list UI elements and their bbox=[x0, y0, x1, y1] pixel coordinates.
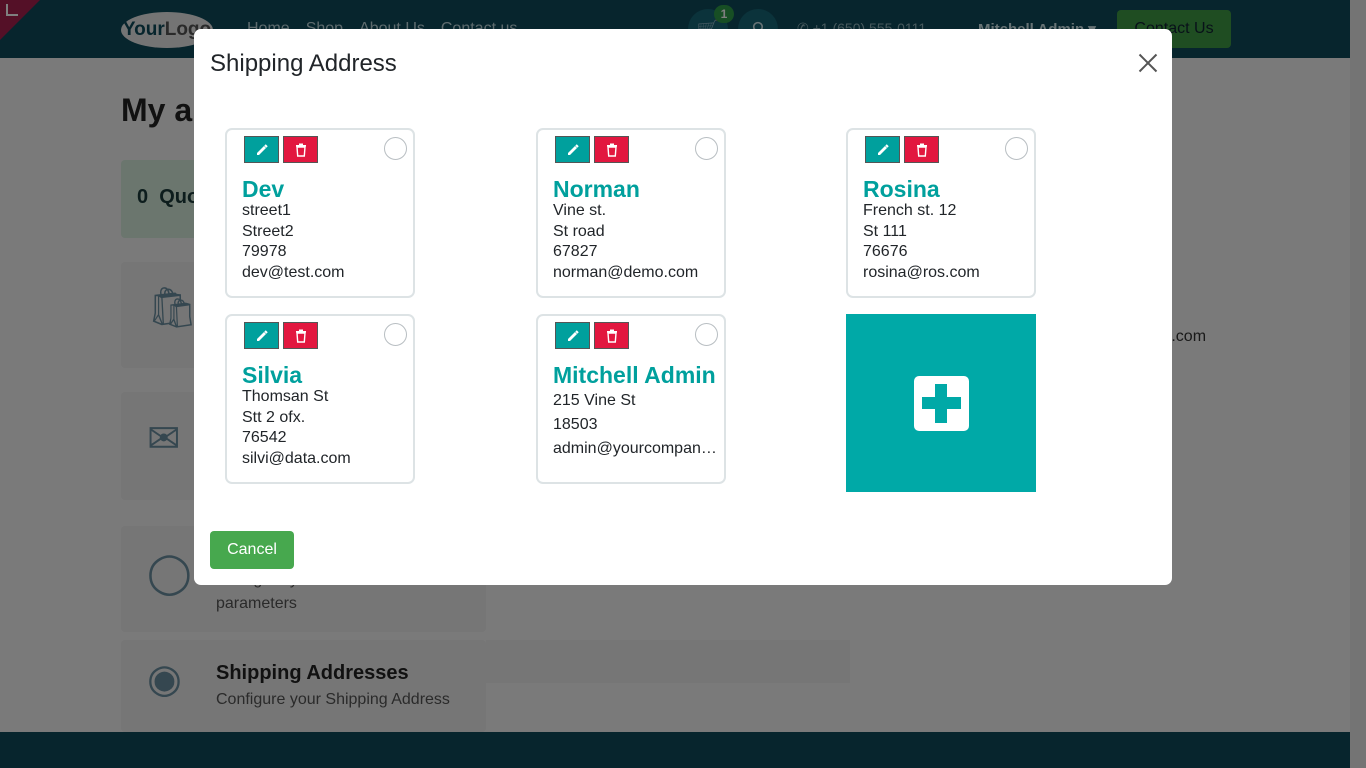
address-line: 215 Vine St bbox=[553, 392, 636, 409]
edit-address-button[interactable] bbox=[555, 136, 590, 163]
address-email: silvi@data.com bbox=[242, 449, 351, 467]
edit-address-button[interactable] bbox=[244, 136, 279, 163]
address-name: Mitchell Admin bbox=[553, 362, 716, 388]
address-line: French st. 12 bbox=[863, 202, 957, 219]
pencil-icon bbox=[877, 143, 889, 155]
address-lines: French st. 12 St 111 76676 rosina@ros.co… bbox=[863, 201, 1028, 283]
select-address-radio[interactable] bbox=[384, 137, 407, 160]
address-email: admin@yourcompany.example.com bbox=[553, 440, 718, 457]
address-line: street1 bbox=[242, 202, 291, 219]
address-name: Norman bbox=[553, 176, 640, 202]
address-card-silvia[interactable]: Silvia Thomsan St Stt 2 ofx. 76542 silvi… bbox=[225, 314, 415, 484]
trash-icon bbox=[295, 143, 306, 157]
edit-address-button[interactable] bbox=[244, 322, 279, 349]
address-line: Thomsan St bbox=[242, 388, 329, 405]
select-address-radio[interactable] bbox=[384, 323, 407, 346]
delete-address-button[interactable] bbox=[283, 322, 318, 349]
delete-address-button[interactable] bbox=[594, 136, 629, 163]
address-lines: Thomsan St Stt 2 ofx. 76542 silvi@data.c… bbox=[242, 387, 407, 469]
edit-address-button[interactable] bbox=[865, 136, 900, 163]
dialog-title: Shipping Address bbox=[210, 50, 397, 77]
address-line: Stt 2 ofx. bbox=[242, 408, 306, 426]
trash-icon bbox=[606, 143, 617, 157]
edit-address-button[interactable] bbox=[555, 322, 590, 349]
address-card-rosina[interactable]: Rosina French st. 12 St 111 76676 rosina… bbox=[846, 128, 1036, 298]
pencil-icon bbox=[567, 329, 579, 341]
trash-icon bbox=[295, 329, 306, 343]
address-email: rosina@ros.com bbox=[863, 263, 980, 281]
address-line: Vine st. bbox=[553, 202, 607, 219]
address-line: St 111 bbox=[863, 222, 907, 240]
address-email: dev@test.com bbox=[242, 263, 345, 281]
trash-icon bbox=[916, 143, 927, 157]
address-card-dev[interactable]: Dev street1 Street2 79978 dev@test.com bbox=[225, 128, 415, 298]
shipping-address-dialog: Shipping Address Dev street1 Street2 799… bbox=[194, 29, 1172, 585]
plus-icon bbox=[914, 376, 969, 431]
address-name: Silvia bbox=[242, 362, 303, 388]
add-address-button[interactable] bbox=[846, 314, 1036, 492]
address-name: Rosina bbox=[863, 176, 940, 202]
pencil-icon bbox=[256, 329, 268, 341]
delete-address-button[interactable] bbox=[904, 136, 939, 163]
address-card-norman[interactable]: Norman Vine st. St road 67827 norman@dem… bbox=[536, 128, 726, 298]
pencil-icon bbox=[567, 143, 579, 155]
address-line: 18503 bbox=[553, 416, 598, 433]
cancel-button[interactable]: Cancel bbox=[210, 531, 294, 569]
select-address-radio[interactable] bbox=[695, 137, 718, 160]
select-address-radio[interactable] bbox=[1005, 137, 1028, 160]
address-line: 79978 bbox=[242, 243, 287, 260]
address-lines: Vine st. St road 67827 norman@demo.com bbox=[553, 201, 718, 283]
select-address-radio[interactable] bbox=[695, 323, 718, 346]
delete-address-button[interactable] bbox=[594, 322, 629, 349]
address-lines: 215 Vine St 18503 admin@yourcompany.exam… bbox=[553, 389, 718, 461]
address-line: Street2 bbox=[242, 222, 294, 240]
address-lines: street1 Street2 79978 dev@test.com bbox=[242, 201, 407, 283]
close-icon[interactable] bbox=[1134, 49, 1162, 77]
address-card-mitchell-admin[interactable]: Mitchell Admin 215 Vine St 18503 admin@y… bbox=[536, 314, 726, 484]
address-name: Dev bbox=[242, 176, 285, 202]
address-line: St road bbox=[553, 222, 605, 240]
trash-icon bbox=[606, 329, 617, 343]
address-email: norman@demo.com bbox=[553, 263, 699, 281]
pencil-icon bbox=[256, 143, 268, 155]
address-line: 67827 bbox=[553, 243, 598, 260]
delete-address-button[interactable] bbox=[283, 136, 318, 163]
address-line: 76542 bbox=[242, 429, 287, 446]
address-line: 76676 bbox=[863, 243, 908, 260]
